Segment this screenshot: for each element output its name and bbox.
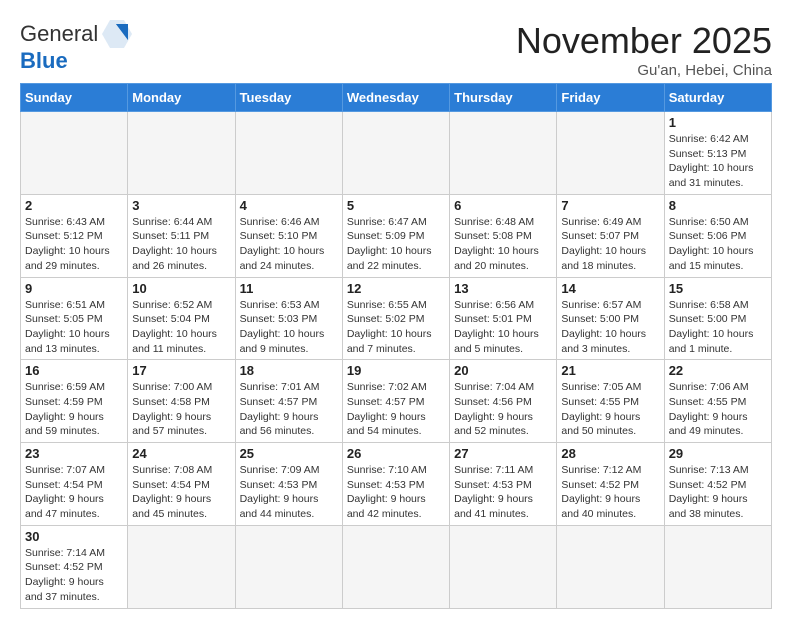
- logo: General Blue: [20, 20, 132, 74]
- table-row: 7Sunrise: 6:49 AM Sunset: 5:07 PM Daylig…: [557, 194, 664, 277]
- col-wednesday: Wednesday: [342, 84, 449, 112]
- table-row: 8Sunrise: 6:50 AM Sunset: 5:06 PM Daylig…: [664, 194, 771, 277]
- table-row: [342, 112, 449, 195]
- table-row: 1Sunrise: 6:42 AM Sunset: 5:13 PM Daylig…: [664, 112, 771, 195]
- table-row: 5Sunrise: 6:47 AM Sunset: 5:09 PM Daylig…: [342, 194, 449, 277]
- month-title: November 2025: [516, 20, 772, 62]
- table-row: 28Sunrise: 7:12 AM Sunset: 4:52 PM Dayli…: [557, 443, 664, 526]
- table-row: [235, 112, 342, 195]
- col-friday: Friday: [557, 84, 664, 112]
- table-row: 21Sunrise: 7:05 AM Sunset: 4:55 PM Dayli…: [557, 360, 664, 443]
- col-monday: Monday: [128, 84, 235, 112]
- table-row: 17Sunrise: 7:00 AM Sunset: 4:58 PM Dayli…: [128, 360, 235, 443]
- table-row: 12Sunrise: 6:55 AM Sunset: 5:02 PM Dayli…: [342, 277, 449, 360]
- table-row: 14Sunrise: 6:57 AM Sunset: 5:00 PM Dayli…: [557, 277, 664, 360]
- table-row: 18Sunrise: 7:01 AM Sunset: 4:57 PM Dayli…: [235, 360, 342, 443]
- table-row: 22Sunrise: 7:06 AM Sunset: 4:55 PM Dayli…: [664, 360, 771, 443]
- table-row: 23Sunrise: 7:07 AM Sunset: 4:54 PM Dayli…: [21, 443, 128, 526]
- table-row: [21, 112, 128, 195]
- table-row: 29Sunrise: 7:13 AM Sunset: 4:52 PM Dayli…: [664, 443, 771, 526]
- location: Gu'an, Hebei, China: [516, 62, 772, 79]
- table-row: [128, 112, 235, 195]
- table-row: 15Sunrise: 6:58 AM Sunset: 5:00 PM Dayli…: [664, 277, 771, 360]
- table-row: [128, 525, 235, 608]
- table-row: 24Sunrise: 7:08 AM Sunset: 4:54 PM Dayli…: [128, 443, 235, 526]
- col-thursday: Thursday: [450, 84, 557, 112]
- table-row: 2Sunrise: 6:43 AM Sunset: 5:12 PM Daylig…: [21, 194, 128, 277]
- table-row: 4Sunrise: 6:46 AM Sunset: 5:10 PM Daylig…: [235, 194, 342, 277]
- table-row: 26Sunrise: 7:10 AM Sunset: 4:53 PM Dayli…: [342, 443, 449, 526]
- col-sunday: Sunday: [21, 84, 128, 112]
- table-row: 13Sunrise: 6:56 AM Sunset: 5:01 PM Dayli…: [450, 277, 557, 360]
- table-row: [557, 525, 664, 608]
- page-header: General Blue November 2025 Gu'an, Hebei,…: [20, 20, 772, 79]
- table-row: [235, 525, 342, 608]
- logo-blue-text: Blue: [20, 48, 68, 73]
- logo-icon: [102, 20, 132, 48]
- table-row: [664, 525, 771, 608]
- table-row: 11Sunrise: 6:53 AM Sunset: 5:03 PM Dayli…: [235, 277, 342, 360]
- col-saturday: Saturday: [664, 84, 771, 112]
- logo-text: General: [20, 21, 98, 47]
- table-row: 25Sunrise: 7:09 AM Sunset: 4:53 PM Dayli…: [235, 443, 342, 526]
- table-row: [450, 112, 557, 195]
- table-row: 16Sunrise: 6:59 AM Sunset: 4:59 PM Dayli…: [21, 360, 128, 443]
- table-row: [557, 112, 664, 195]
- calendar-table: Sunday Monday Tuesday Wednesday Thursday…: [20, 83, 772, 609]
- table-row: [342, 525, 449, 608]
- col-tuesday: Tuesday: [235, 84, 342, 112]
- table-row: 9Sunrise: 6:51 AM Sunset: 5:05 PM Daylig…: [21, 277, 128, 360]
- table-row: 20Sunrise: 7:04 AM Sunset: 4:56 PM Dayli…: [450, 360, 557, 443]
- table-row: 27Sunrise: 7:11 AM Sunset: 4:53 PM Dayli…: [450, 443, 557, 526]
- table-row: 6Sunrise: 6:48 AM Sunset: 5:08 PM Daylig…: [450, 194, 557, 277]
- table-row: 10Sunrise: 6:52 AM Sunset: 5:04 PM Dayli…: [128, 277, 235, 360]
- table-row: [450, 525, 557, 608]
- table-row: 3Sunrise: 6:44 AM Sunset: 5:11 PM Daylig…: [128, 194, 235, 277]
- table-row: 30Sunrise: 7:14 AM Sunset: 4:52 PM Dayli…: [21, 525, 128, 608]
- table-row: 19Sunrise: 7:02 AM Sunset: 4:57 PM Dayli…: [342, 360, 449, 443]
- calendar-header-row: Sunday Monday Tuesday Wednesday Thursday…: [21, 84, 772, 112]
- title-block: November 2025 Gu'an, Hebei, China: [516, 20, 772, 79]
